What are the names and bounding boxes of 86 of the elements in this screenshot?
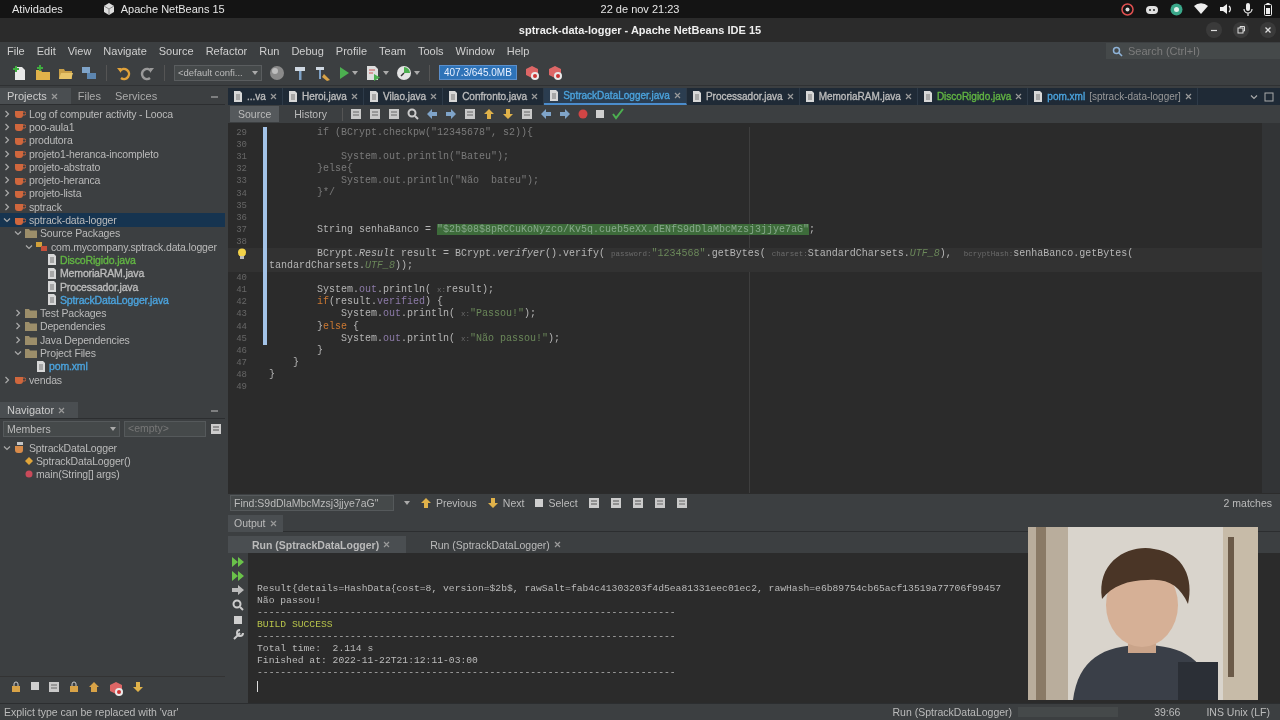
tree-item[interactable]: Dependencies bbox=[0, 319, 225, 334]
tree-item[interactable]: produtora bbox=[0, 133, 225, 147]
tree-item[interactable]: projeto-abstrato bbox=[0, 160, 225, 174]
configuration-dropdown[interactable]: <default confi... bbox=[174, 64, 262, 81]
code-line: System.out.println("Não bateu"); bbox=[340, 175, 540, 188]
output-line: Result{details=HashData{cost=8, version=$2b$, rawSalt=fab4c41303203f4d5ea81331eec01ec2, rawHash=e6b89754cb65acf13519a77706f99457 bbox=[257, 583, 1002, 595]
menu-item[interactable]: Edit bbox=[35, 45, 62, 57]
tree-item[interactable]: main(String[] args) bbox=[0, 467, 225, 481]
find-button[interactable]: Select bbox=[534, 497, 578, 509]
panel-tab[interactable]: Output bbox=[228, 514, 283, 532]
code-line: }else{ bbox=[316, 163, 353, 175]
menu-item[interactable]: Window bbox=[454, 45, 501, 57]
menu-item[interactable]: File bbox=[6, 45, 31, 57]
task-name: Run (SptrackDataLogger) bbox=[892, 706, 1013, 718]
tree-item[interactable]: MemoriaRAM.java bbox=[0, 266, 225, 280]
find-field[interactable]: Find:S9dDlaMbcMzsj3jjye7aG" bbox=[230, 495, 394, 511]
tree-item[interactable]: projeto-lista bbox=[0, 186, 225, 201]
menu-item[interactable]: Source bbox=[157, 45, 200, 57]
tree-item[interactable]: projeto1-heranca-incompleto bbox=[0, 146, 225, 161]
tree-item[interactable]: Java Dependencies bbox=[0, 333, 225, 347]
tree-item[interactable]: Project Files bbox=[0, 346, 225, 360]
caret-position: 39:66 bbox=[1154, 706, 1181, 718]
tree-item[interactable]: Test Packages bbox=[0, 306, 225, 320]
output-line: Finished at: 2022-11-22T21:12:11-03:00 bbox=[257, 655, 478, 667]
tree-item[interactable]: com.mycompany.sptrack.data.logger bbox=[0, 239, 225, 254]
tree-item[interactable]: vendas bbox=[0, 372, 225, 387]
code-line: } bbox=[316, 344, 323, 357]
tree-item[interactable]: DiscoRigido.java bbox=[0, 253, 225, 267]
tree-item[interactable]: pom.xml bbox=[0, 359, 225, 373]
code-line: tandardCharsets.UTF_8)); bbox=[269, 260, 414, 273]
find-button[interactable]: Next bbox=[486, 497, 525, 509]
view-tab[interactable]: History bbox=[286, 106, 335, 122]
menu-item[interactable]: Debug bbox=[290, 45, 330, 57]
output-line: Total time: 2.114 s bbox=[257, 643, 374, 655]
run-tab[interactable]: Run (SptrackDataLogger) bbox=[228, 536, 407, 553]
tree-item[interactable]: Source Packages bbox=[0, 226, 225, 240]
output-line: ------------------------------------------------------------------------ bbox=[257, 631, 676, 643]
panel-tab[interactable]: Services bbox=[108, 88, 165, 104]
output-line: BUILD SUCCESS bbox=[257, 619, 333, 631]
menu-item[interactable]: Tools bbox=[416, 45, 450, 57]
menu-item[interactable]: Profile bbox=[334, 45, 373, 57]
view-tab[interactable]: Source bbox=[230, 106, 280, 122]
code-line: } bbox=[292, 356, 299, 369]
menu-item[interactable]: Refactor bbox=[204, 45, 254, 57]
code-line: } bbox=[269, 368, 275, 381]
status-message: Explict type can be replaced with 'var' bbox=[4, 706, 179, 718]
code-line: if (BCrypt.checkpw("12345678", s2)){ bbox=[316, 127, 534, 140]
output-line: Não passou! bbox=[257, 595, 321, 607]
tree-item[interactable]: projeto-heranca bbox=[0, 173, 225, 187]
panel-tab[interactable]: Files bbox=[70, 88, 108, 104]
app-name[interactable]: Apache NetBeans 15 bbox=[120, 3, 225, 15]
code-line: if(result.verified) { bbox=[316, 296, 444, 308]
tree-item[interactable]: sptrack bbox=[0, 200, 225, 214]
code-line: System.out.println("Bateu"); bbox=[340, 151, 510, 163]
menu-item[interactable]: Navigate bbox=[102, 45, 153, 57]
tree-item[interactable]: poo-aula1 bbox=[0, 120, 225, 134]
tree-item[interactable]: Log of computer activity - Looca bbox=[0, 107, 225, 121]
code-line: }else { bbox=[316, 320, 360, 333]
line-number: 29 bbox=[236, 128, 247, 139]
tree-item[interactable]: SptrackDataLogger bbox=[0, 441, 225, 455]
filter-dropdown[interactable]: Members bbox=[3, 421, 120, 437]
insert-mode: INS Unix (LF) bbox=[1206, 706, 1270, 718]
activities-button[interactable]: Atividades bbox=[12, 3, 63, 15]
code-line: }*/ bbox=[316, 187, 335, 200]
tree-item[interactable]: SptrackDataLogger.java bbox=[0, 293, 225, 307]
window-title: sptrack-data-logger - Apache NetBeans IDE 15 bbox=[518, 24, 762, 36]
tree-item[interactable]: SptrackDataLogger() bbox=[0, 454, 225, 468]
run-tab[interactable]: Run (SptrackDataLogger) bbox=[406, 536, 577, 553]
line-number: 41 bbox=[236, 285, 247, 296]
menu-item[interactable]: Run bbox=[258, 45, 286, 57]
output-line: ------------------------------------------------------------------------ bbox=[257, 667, 676, 679]
tree-item[interactable]: sptrack-data-logger bbox=[0, 213, 225, 227]
panel-tab[interactable]: Navigator bbox=[0, 402, 79, 418]
find-button[interactable]: Previous bbox=[420, 497, 477, 509]
menu-item[interactable]: View bbox=[66, 45, 98, 57]
match-count: 2 matches bbox=[1223, 497, 1273, 509]
menu-item[interactable]: Help bbox=[505, 45, 536, 57]
code-line: String senhaBanco = "$2b$08$8pRCCuKoNyzco/Kv5q.cueb5eXX.dENfS9dDlaMbcMzsj3jjye7aG"; bbox=[316, 223, 816, 236]
panel-tab[interactable]: Projects bbox=[0, 88, 71, 104]
memory-indicator[interactable]: 407.3/645.0MB bbox=[439, 65, 517, 80]
output-line: ------------------------------------------------------------------------ bbox=[257, 607, 676, 619]
editor-tab[interactable]: SptrackDataLogger.java bbox=[544, 88, 687, 105]
menu-item[interactable]: Team bbox=[378, 45, 412, 57]
line-number: 31 bbox=[236, 152, 247, 163]
clock[interactable]: 22 de nov 21:23 bbox=[600, 3, 680, 15]
tree-item[interactable]: Processador.java bbox=[0, 279, 225, 294]
